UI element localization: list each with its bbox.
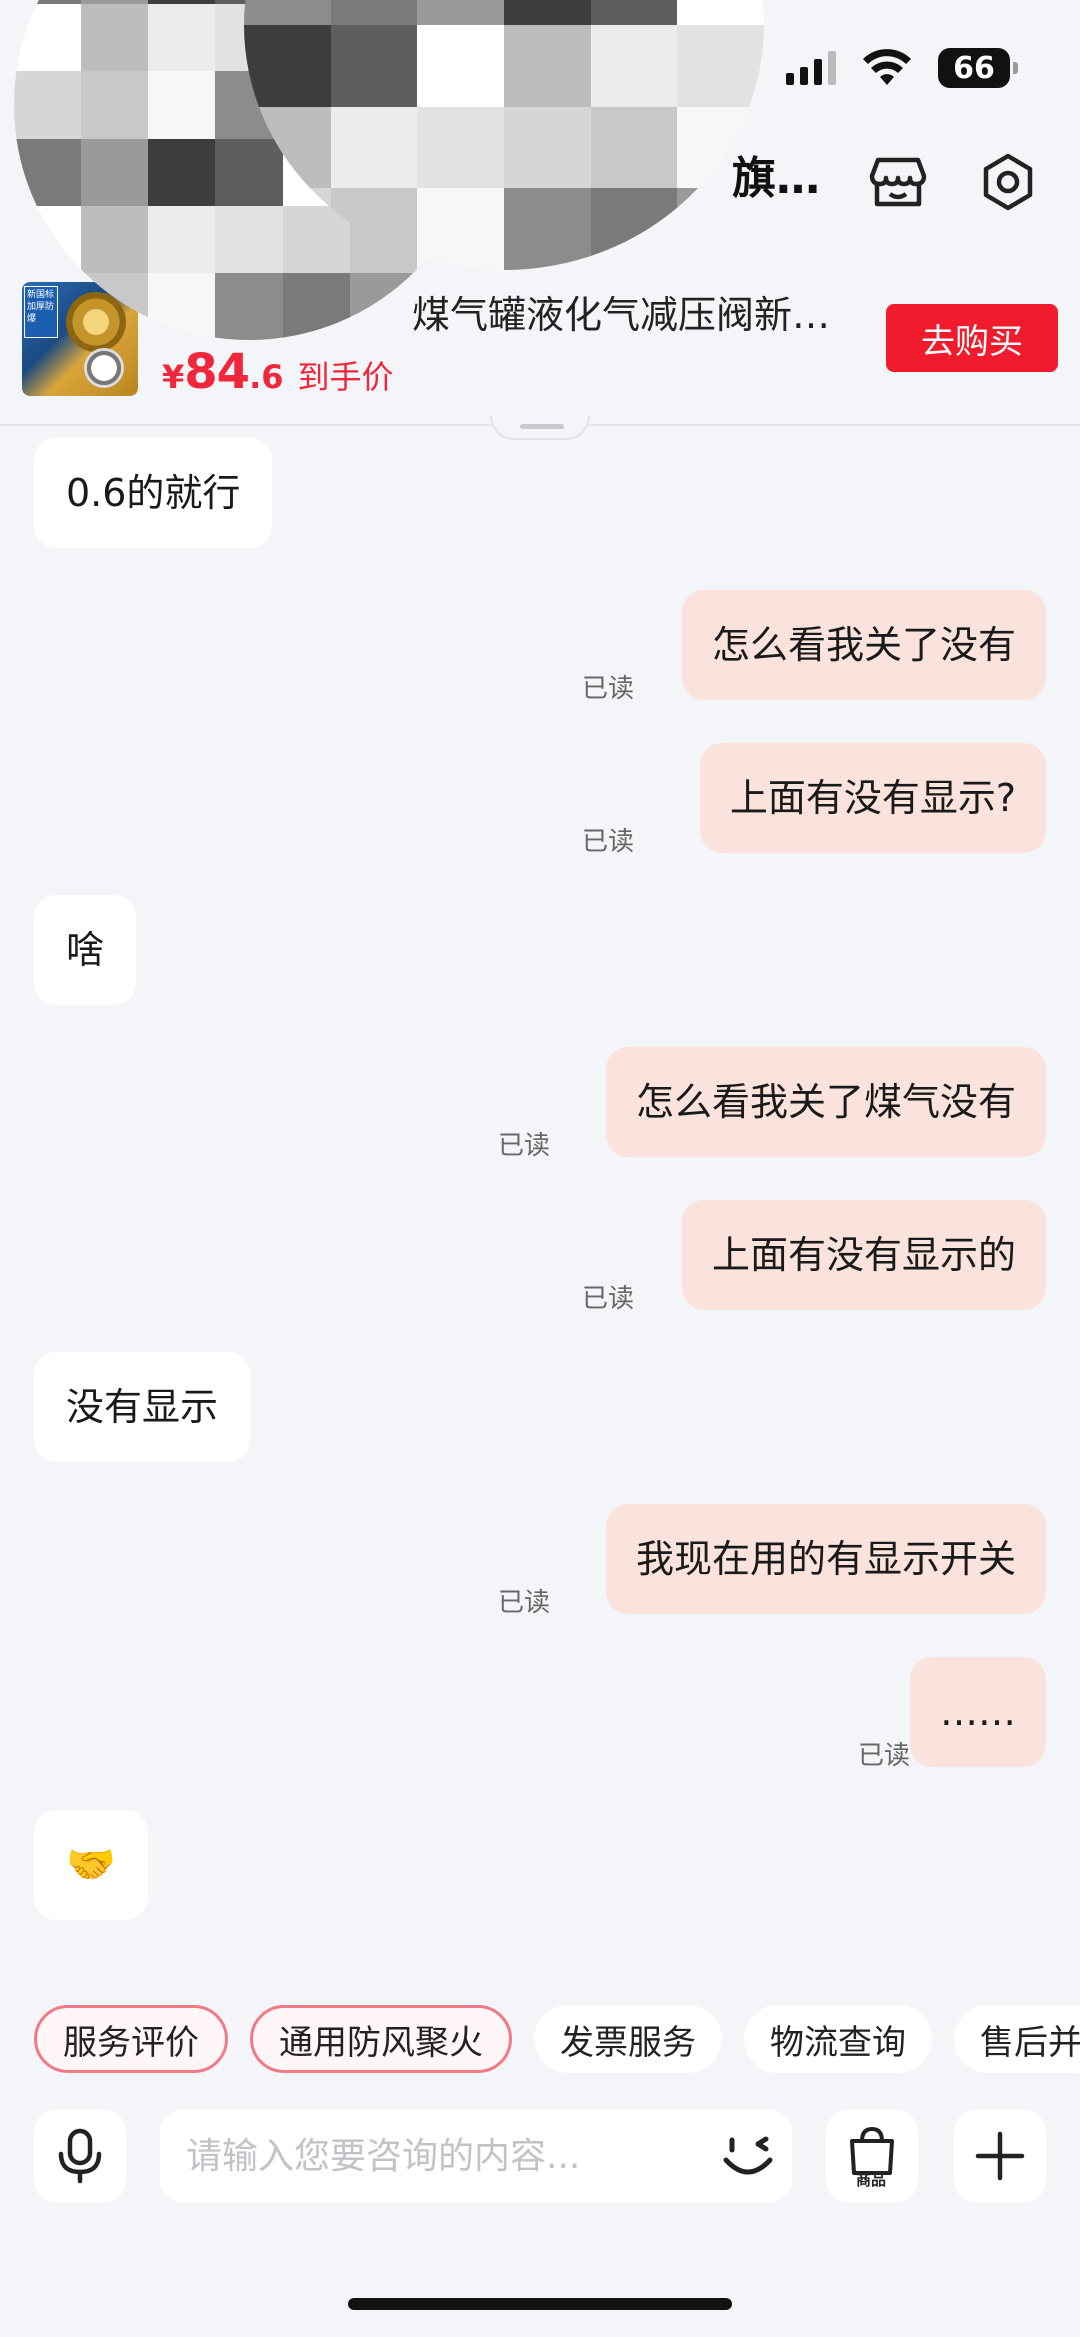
price-currency: ¥	[162, 358, 185, 396]
wifi-icon	[863, 49, 911, 85]
quick-reply-bar[interactable]: 服务评价 通用防风聚火 发票服务 物流查询 售后并	[34, 2005, 1080, 2073]
read-receipt: 已读	[582, 827, 635, 857]
message-incoming[interactable]: 啥	[34, 895, 137, 1005]
chip-windproof[interactable]: 通用防风聚火	[250, 2005, 512, 2073]
read-receipt: 已读	[582, 674, 635, 704]
message-outgoing[interactable]: ……	[910, 1657, 1046, 1767]
message-incoming[interactable]: 0.6的就行	[34, 438, 273, 548]
input-row: 商品	[0, 2110, 1080, 2202]
message-input[interactable]	[160, 2110, 792, 2202]
message-outgoing[interactable]: 我现在用的有显示开关	[605, 1504, 1046, 1614]
chip-service-review[interactable]: 服务评价	[34, 2005, 228, 2073]
message-outgoing[interactable]: 上面有没有显示?	[699, 743, 1046, 853]
chip-invoice[interactable]: 发票服务	[534, 2005, 722, 2073]
battery-level: 66	[953, 50, 995, 86]
message-outgoing[interactable]: 怎么看我关了没有	[681, 590, 1046, 700]
cellular-signal-icon	[786, 51, 836, 85]
read-receipt: 已读	[498, 1588, 551, 1618]
read-receipt: 已读	[858, 1741, 911, 1771]
plus-icon	[975, 2131, 1025, 2181]
chip-logistics[interactable]: 物流查询	[744, 2005, 932, 2073]
chip-after-sales[interactable]: 售后并	[954, 2005, 1080, 2073]
battery-indicator: 66	[938, 48, 1018, 88]
status-icons: 66	[786, 48, 1018, 88]
collapse-handle[interactable]	[490, 416, 590, 440]
product-price: ¥ 84 .6 到手价	[162, 344, 394, 400]
emoji-wink-icon[interactable]	[718, 2126, 778, 2186]
voice-button[interactable]	[34, 2110, 126, 2202]
message-outgoing[interactable]: 上面有没有显示的	[681, 1200, 1046, 1310]
read-receipt: 已读	[498, 1131, 551, 1161]
more-button[interactable]	[954, 2110, 1046, 2202]
message-incoming[interactable]: 没有显示	[34, 1352, 251, 1462]
message-outgoing[interactable]: 怎么看我关了煤气没有	[605, 1047, 1046, 1157]
goods-button[interactable]: 商品	[826, 2110, 918, 2202]
price-integer: 84	[184, 344, 250, 400]
buy-button[interactable]: 去购买	[886, 304, 1058, 372]
store-icon[interactable]	[866, 150, 930, 214]
goods-label: 商品	[856, 2171, 886, 2189]
microphone-icon	[58, 2128, 102, 2184]
settings-icon[interactable]	[976, 150, 1040, 214]
home-indicator[interactable]	[348, 2298, 732, 2310]
price-decimal: .6	[249, 358, 284, 396]
shopping-bag-icon: 商品	[850, 2127, 894, 2189]
read-receipt: 已读	[582, 1284, 635, 1314]
product-thumb-tag: 新国标 加厚防爆	[24, 286, 58, 338]
price-suffix: 到手价	[297, 358, 394, 396]
message-incoming-handshake[interactable]: 🤝	[34, 1810, 148, 1920]
